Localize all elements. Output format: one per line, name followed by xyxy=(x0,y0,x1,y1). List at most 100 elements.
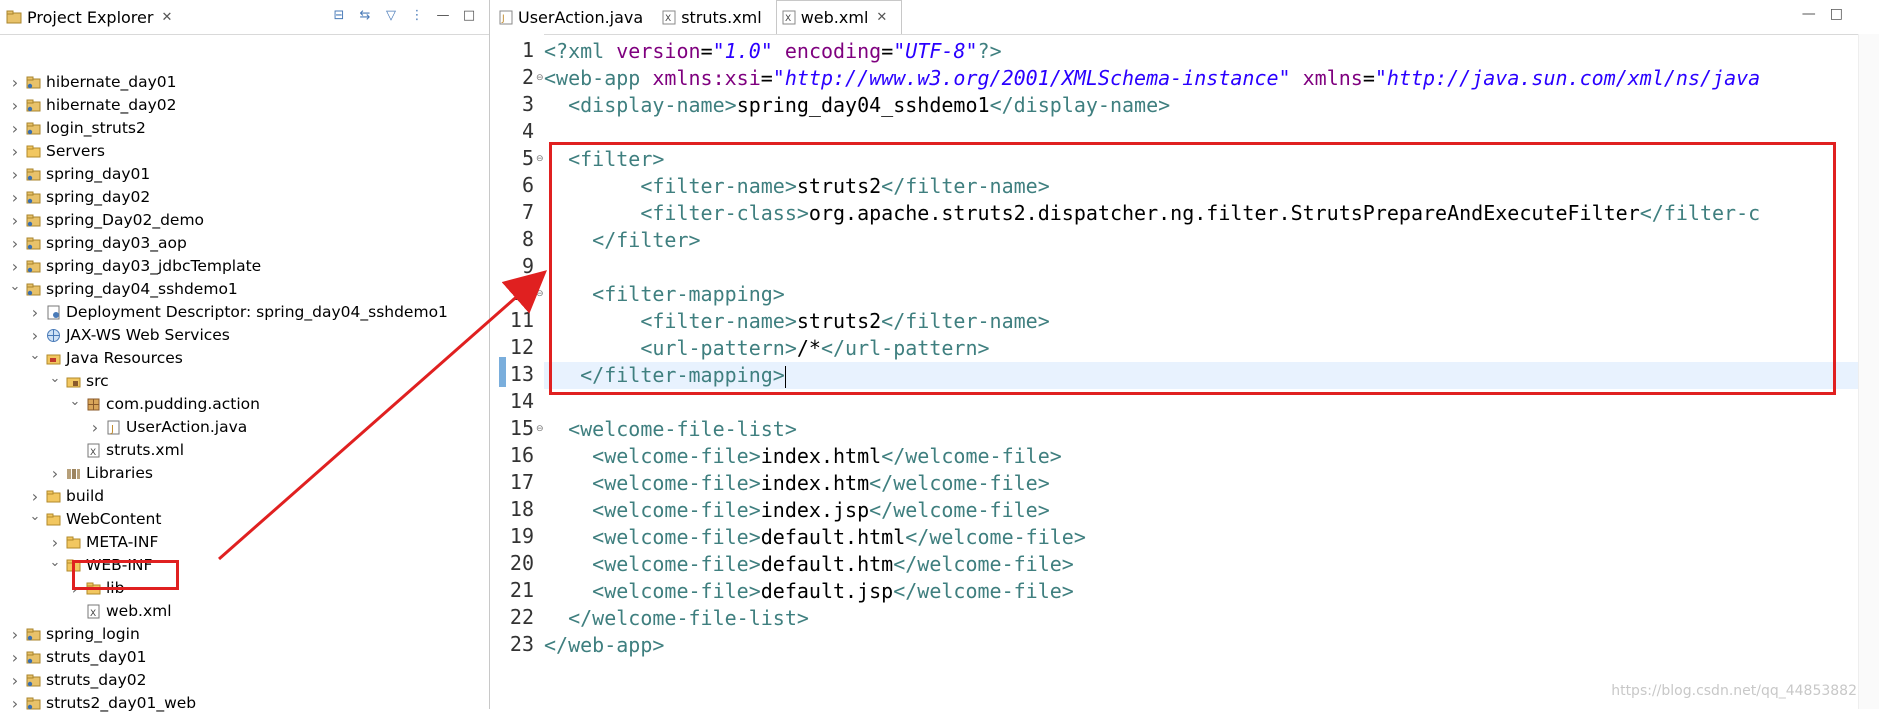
tree-item[interactable]: › Servers xyxy=(8,140,105,162)
chevron-right-icon[interactable]: › xyxy=(8,142,22,161)
view-menu-icon[interactable]: ⋮ xyxy=(409,8,425,24)
tree-item[interactable]: › login_struts2 xyxy=(8,117,146,139)
chevron-down-icon[interactable]: ⌄ xyxy=(28,348,42,363)
chevron-right-icon[interactable]: › xyxy=(8,648,22,667)
chevron-right-icon[interactable]: › xyxy=(8,96,22,115)
chevron-right-icon[interactable]: › xyxy=(8,234,22,253)
overview-ruler[interactable] xyxy=(1858,34,1879,709)
chevron-right-icon[interactable]: › xyxy=(48,464,62,483)
line-number: 5 xyxy=(521,146,534,170)
code-line[interactable]: <welcome-file>default.html</welcome-file… xyxy=(544,524,1879,551)
tree-item[interactable]: › hibernate_day02 xyxy=(8,94,177,116)
project-icon xyxy=(25,189,42,206)
chevron-right-icon[interactable]: › xyxy=(28,487,42,506)
code-line[interactable]: <welcome-file>index.jsp</welcome-file> xyxy=(544,497,1879,524)
chevron-down-icon[interactable]: ⌄ xyxy=(48,371,62,386)
tree-item[interactable]: Xstruts.xml xyxy=(68,439,184,461)
chevron-right-icon[interactable]: › xyxy=(8,211,22,230)
minimize-icon[interactable]: — xyxy=(435,8,451,24)
fold-icon[interactable]: ⊖ xyxy=(536,73,544,83)
tree-item[interactable]: › spring_day01 xyxy=(8,163,150,185)
line-number: 21 xyxy=(509,578,534,602)
tree-item[interactable]: ⌄ src xyxy=(48,370,109,392)
line-number: 15 xyxy=(509,416,534,440)
tree-item[interactable]: › JAX-WS Web Services xyxy=(28,324,230,346)
chevron-down-icon[interactable]: ⌄ xyxy=(28,509,42,524)
chevron-right-icon[interactable]: › xyxy=(8,671,22,690)
collapse-all-icon[interactable]: ⊟ xyxy=(331,8,347,24)
java-resources-icon xyxy=(45,350,62,367)
chevron-right-icon[interactable]: › xyxy=(8,188,22,207)
line-number: 10 xyxy=(509,281,534,305)
tree-item[interactable]: › spring_Day02_demo xyxy=(8,209,204,231)
code-line[interactable]: </web-app> xyxy=(544,632,1879,659)
svg-text:J: J xyxy=(501,14,505,24)
tree-item[interactable]: › struts2_day01_web xyxy=(8,692,196,714)
chevron-right-icon[interactable]: › xyxy=(8,165,22,184)
webservice-icon xyxy=(45,327,62,344)
tree-item[interactable]: › J UserAction.java xyxy=(88,416,247,438)
tab-label: struts.xml xyxy=(681,8,762,27)
code-line[interactable]: <welcome-file>index.htm</welcome-file> xyxy=(544,470,1879,497)
tree-item[interactable]: Xweb.xml xyxy=(68,600,172,622)
chevron-right-icon[interactable]: › xyxy=(28,326,42,345)
tree-item[interactable]: › spring_day02 xyxy=(8,186,150,208)
tree-item[interactable]: › META-INF xyxy=(48,531,159,553)
chevron-right-icon[interactable]: › xyxy=(28,303,42,322)
tree-item[interactable]: › spring_login xyxy=(8,623,140,645)
tree-item-label: spring_day01 xyxy=(46,165,151,183)
close-icon[interactable]: ✕ xyxy=(876,10,887,25)
code-line[interactable]: <?xml version="1.0" encoding="UTF-8"?> xyxy=(544,38,1879,65)
maximize-icon[interactable]: □ xyxy=(1830,6,1857,22)
chevron-down-icon[interactable]: ⌄ xyxy=(68,394,82,409)
project-icon xyxy=(25,97,42,114)
code-line[interactable]: <welcome-file>default.htm</welcome-file> xyxy=(544,551,1879,578)
project-icon xyxy=(25,281,42,298)
code-line[interactable]: <welcome-file>default.jsp</welcome-file> xyxy=(544,578,1879,605)
tree-item[interactable]: ⌄ spring_day04_sshdemo1 xyxy=(8,278,238,300)
code-line[interactable]: <web-app xmlns:xsi="http://www.w3.org/20… xyxy=(544,65,1879,92)
tree-item-label: web.xml xyxy=(106,602,172,620)
chevron-right-icon[interactable]: › xyxy=(48,533,62,552)
tree-item[interactable]: ⌄ Java Resources xyxy=(28,347,183,369)
code-line[interactable]: <welcome-file>index.html</welcome-file> xyxy=(544,443,1879,470)
fold-icon[interactable]: ⊖ xyxy=(536,289,544,299)
tree-item[interactable]: › Deployment Descriptor: spring_day04_ssh… xyxy=(28,301,448,323)
chevron-down-icon[interactable]: ⌄ xyxy=(8,279,22,294)
tree-item[interactable]: ⌄ WebContent xyxy=(28,508,162,530)
project-icon xyxy=(25,74,42,91)
chevron-right-icon[interactable]: › xyxy=(8,257,22,276)
chevron-right-icon[interactable]: › xyxy=(8,119,22,138)
tree-item-label: struts_day02 xyxy=(46,671,147,689)
tree-item[interactable]: › struts_day01 xyxy=(8,646,147,668)
link-with-editor-icon[interactable]: ⇆ xyxy=(357,8,373,24)
chevron-right-icon[interactable]: › xyxy=(8,694,22,713)
tab-web-xml[interactable]: X web.xml ✕ xyxy=(775,0,903,34)
minimize-icon[interactable]: — xyxy=(1802,6,1830,22)
code-line[interactable]: </welcome-file-list> xyxy=(544,605,1879,632)
chevron-right-icon[interactable]: › xyxy=(8,73,22,92)
tree-item[interactable]: › spring_day03_jdbcTemplate xyxy=(8,255,261,277)
tree-item[interactable]: › spring_day03_aop xyxy=(8,232,187,254)
chevron-right-icon[interactable]: › xyxy=(88,418,102,437)
close-icon[interactable]: ✕ xyxy=(161,10,172,25)
java-file-icon: J xyxy=(499,10,513,29)
tree-item[interactable]: › struts_day02 xyxy=(8,669,147,691)
tree-item[interactable]: › build xyxy=(28,485,104,507)
tree-item[interactable]: › hibernate_day01 xyxy=(8,71,177,93)
fold-icon[interactable]: ⊖ xyxy=(536,424,544,434)
chevron-down-icon[interactable]: ⌄ xyxy=(48,555,62,570)
code-line[interactable]: <welcome-file-list> xyxy=(544,416,1879,443)
tree-item[interactable]: › Libraries xyxy=(48,462,153,484)
project-explorer-tab[interactable]: Project Explorer ✕ xyxy=(0,0,179,34)
tab-useraction-java[interactable]: J UserAction.java xyxy=(494,1,657,34)
code-line[interactable]: <display-name>spring_day04_sshdemo1</dis… xyxy=(544,92,1879,119)
fold-icon[interactable]: ⊖ xyxy=(536,154,544,164)
maximize-icon[interactable]: □ xyxy=(461,8,477,24)
tree-item-label: com.pudding.action xyxy=(106,395,260,413)
tree-item-label: struts.xml xyxy=(106,441,185,459)
chevron-right-icon[interactable]: › xyxy=(8,625,22,644)
tree-item[interactable]: ⌄ com.pudding.action xyxy=(68,393,260,415)
tab-struts-xml[interactable]: X struts.xml xyxy=(657,1,776,34)
filter-icon[interactable]: ▽ xyxy=(383,8,399,24)
